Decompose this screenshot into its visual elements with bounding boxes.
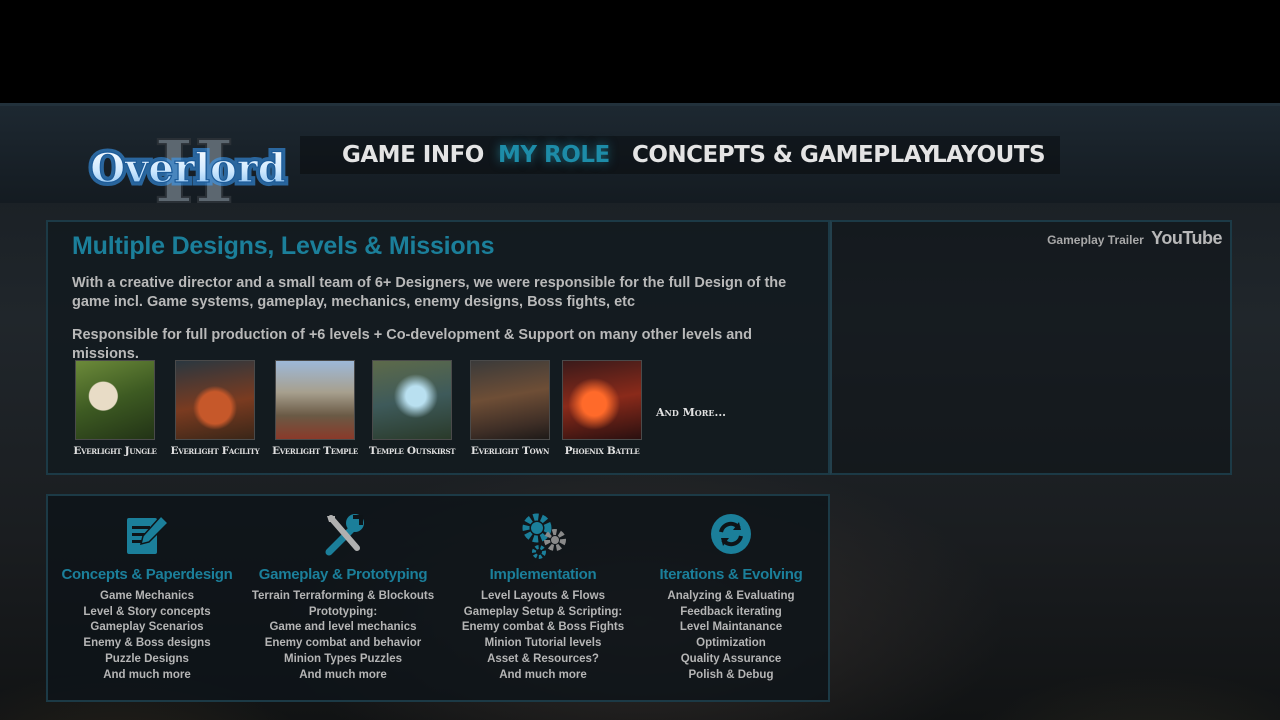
role-item: Terrain Terraforming & Blockouts [251, 590, 435, 602]
level-label[interactable]: Everlight Facility [160, 445, 270, 457]
role-item: Minion Types Puzzles [284, 652, 402, 665]
role-item: Game Mechanics [100, 590, 194, 602]
level-thumbnail-everlight-jungle[interactable] [75, 360, 155, 440]
youtube-logo[interactable]: YouTube [1151, 228, 1222, 248]
video-label: Gameplay Trailer [1047, 233, 1144, 247]
production-description: Responsible for full production of +6 le… [72, 327, 752, 362]
role-summary-panel: Multiple Designs, Levels & Missions With… [46, 220, 830, 475]
role-item: Enemy combat & Boss Fights [461, 621, 625, 634]
top-letterbox [0, 0, 1280, 103]
nav-concepts-gameplay[interactable]: CONCEPTS & GAMEPLAY [632, 136, 936, 174]
overlord-logo[interactable]: II Overlord Overlord [82, 122, 300, 212]
role-title: Implementation [489, 566, 597, 583]
role-item: Minion Tutorial levels [484, 637, 602, 650]
role-item: Optimization [696, 637, 766, 650]
video-caption: Gameplay Trailer YouTube [1047, 228, 1222, 249]
role-item: Puzzle Designs [105, 652, 189, 665]
nav-my-role[interactable]: MY ROLE [498, 136, 610, 174]
role-item: Polish & Debug [688, 668, 774, 681]
nav-layouts[interactable]: LAYOUTS [932, 136, 1046, 174]
role-title: Concepts & Paperdesign [61, 566, 233, 583]
section-title: Multiple Designs, Levels & Missions [72, 232, 495, 260]
role-item: And much more [499, 668, 587, 681]
role-item: Prototyping: [308, 605, 378, 618]
tools-icon [325, 514, 364, 556]
role-items: Level Layouts & Flows Gameplay Setup & S… [448, 589, 638, 683]
level-label[interactable]: Everlight Temple [260, 445, 370, 457]
role-column-concepts: Concepts & Paperdesign Game Mechanics Le… [52, 508, 242, 683]
refresh-icon [711, 514, 751, 554]
role-item: Enemy combat and behavior [264, 637, 422, 650]
role-item: Enemy & Boss designs [83, 637, 211, 650]
level-thumbnail-everlight-town[interactable] [470, 360, 550, 440]
role-item: And much more [299, 668, 387, 681]
role-title: Iterations & Evolving [659, 566, 803, 583]
role-item: Asset & Resources? [487, 652, 599, 665]
role-item: Level Maintanance [679, 621, 783, 634]
level-thumbnail-phoenix-battle[interactable] [562, 360, 642, 440]
role-item: And much more [103, 668, 191, 681]
level-thumbnail-temple-outskirst[interactable] [372, 360, 452, 440]
role-item: Level Layouts & Flows [481, 590, 605, 602]
role-item: Quality Assurance [680, 652, 782, 665]
nav-game-info[interactable]: GAME INFO [342, 136, 484, 174]
overlord-logo-graphic: II Overlord Overlord [87, 122, 290, 212]
role-item: Feedback iterating [680, 605, 782, 618]
role-column-implementation: Implementation Level Layouts & Flows Gam… [448, 508, 638, 683]
role-column-gameplay: Gameplay & Prototyping Terrain Terraform… [248, 508, 438, 683]
level-label[interactable]: Temple Outskirst [357, 445, 467, 457]
role-items: Terrain Terraforming & Blockouts Prototy… [248, 589, 438, 683]
document-edit-icon [127, 514, 170, 554]
level-thumbnail-everlight-temple[interactable] [275, 360, 355, 440]
level-label[interactable]: Phoenix Battle [547, 445, 657, 457]
and-more-link[interactable]: And More... [656, 406, 726, 419]
role-item: Level & Story concepts [83, 605, 211, 618]
role-item: Gameplay Setup & Scripting: [463, 605, 623, 618]
level-thumbnail-everlight-facility[interactable] [175, 360, 255, 440]
role-title: Gameplay & Prototyping [258, 566, 428, 583]
level-thumbnails: Everlight Jungle Everlight Facility Ever… [70, 360, 810, 460]
role-column-iterations: Iterations & Evolving Analyzing & Evalua… [636, 508, 826, 683]
role-items: Analyzing & Evaluating Feedback iteratin… [636, 589, 826, 683]
role-items: Game Mechanics Level & Story concepts Ga… [52, 589, 242, 683]
role-item: Game and level mechanics [269, 621, 417, 634]
role-item: Analyzing & Evaluating [667, 590, 795, 602]
team-description: With a creative director and a small tea… [72, 275, 787, 310]
gears-icon [522, 513, 566, 559]
logo-text: Overlord [90, 145, 286, 192]
responsibilities-panel: Concepts & Paperdesign Game Mechanics Le… [46, 494, 830, 702]
level-label[interactable]: Everlight Jungle [60, 445, 170, 457]
video-panel[interactable]: Gameplay Trailer YouTube [830, 220, 1232, 475]
role-item: Gameplay Scenarios [90, 621, 204, 634]
